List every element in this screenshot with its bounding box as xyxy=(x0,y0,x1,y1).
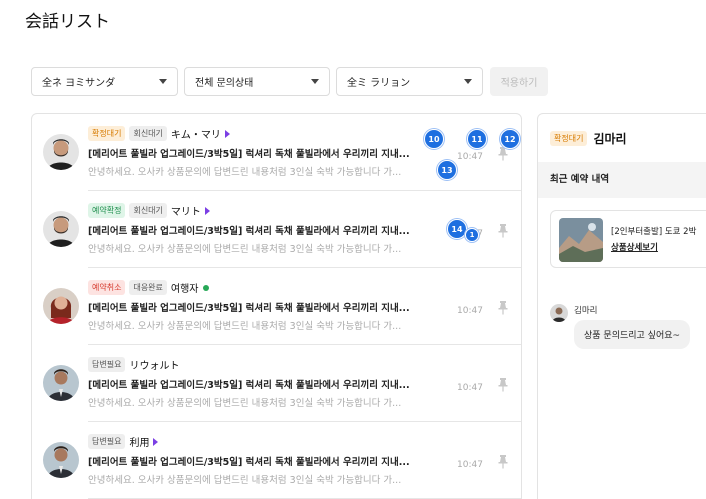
timestamp: 10:47 xyxy=(457,306,483,316)
status-filter-select[interactable]: 전체 문의상태 xyxy=(184,67,330,96)
annotation-marker: 14 xyxy=(447,219,467,239)
pin-icon[interactable] xyxy=(498,377,508,392)
chevron-down-icon xyxy=(311,79,319,84)
status-badge: 대응완료 xyxy=(129,280,167,295)
conversation-meta: 답변필요 利用 xyxy=(88,434,159,449)
pin-icon[interactable] xyxy=(498,223,508,238)
conversation-subject: [메리어트 풀빌라 업그레이드/3박5일] 럭셔리 독채 풀빌라에서 우리끼리 … xyxy=(88,303,410,314)
page-title: 会話リスト xyxy=(25,12,110,32)
status-indicator-icon xyxy=(224,129,230,138)
conversation-subject: [메리어트 풀빌라 업그레이드/3박5일] 럭셔리 독채 풀빌라에서 우리끼리 … xyxy=(88,226,410,237)
conversation-row[interactable]: 예약취소 대응완료 여행자 [메리어트 풀빌라 업그레이드/3박5일] 럭셔리 독채 … xyxy=(32,268,521,345)
conversation-meta: 답변필요 リウォルト xyxy=(88,357,179,372)
product-detail-link[interactable]: 상품상세보기 xyxy=(611,241,658,253)
status-badge: 답변필요 xyxy=(88,357,126,372)
timestamp: 10:47 xyxy=(457,460,483,470)
conversation-subject: [메리어트 풀빌라 업그레이드/3박5일] 럭셔리 독채 풀빌라에서 우리끼리 … xyxy=(88,149,410,160)
status-indicator-icon xyxy=(153,437,159,446)
detail-customer-name: 김마리 xyxy=(593,132,627,146)
booking-thumbnail xyxy=(559,218,603,262)
chat-message-bubble: 상품 문의드리고 싶어요~ xyxy=(574,320,691,349)
conversation-detail-panel: 확정대기 김마리 최근 예약 내역 [2인부터출발] 도쿄 2박 상품상세보기 … xyxy=(537,113,706,499)
conversation-row[interactable]: 답변필요 リウォルト [메리어트 풀빌라 업그레이드/3박5일] 럭셔리 독채 풀빌… xyxy=(32,345,521,422)
message-preview: 안녕하세요. 오사카 상품문의에 답변드린 내용처럼 3인실 숙박 가능합니다 … xyxy=(88,321,402,332)
conversation-meta: 확정대기 회신대기 キム・マリ xyxy=(88,126,230,141)
message-preview: 안녕하세요. 오사카 상품문의에 답변드린 내용처럼 3인실 숙박 가능합니다 … xyxy=(88,398,402,409)
annotation-marker: 13 xyxy=(437,160,457,180)
conversation-subject: [메리어트 풀빌라 업그레이드/3박5일] 럭셔리 독채 풀빌라에서 우리끼리 … xyxy=(88,457,410,468)
customer-name: 利用 xyxy=(129,438,150,449)
conversation-row[interactable]: 답변필요 利用 [메리어트 풀빌라 업그레이드/3박5일] 럭셔리 독채 풀빌라에서… xyxy=(32,422,521,499)
annotation-marker: 11 xyxy=(467,129,487,149)
recent-booking-section-title: 최근 예약 내역 xyxy=(538,162,706,198)
annotation-marker: 12 xyxy=(500,129,520,149)
avatar xyxy=(43,442,79,478)
customer-name: リウォルト xyxy=(129,361,180,372)
annotation-marker: 10 xyxy=(424,129,444,149)
status-badge: 예약취소 xyxy=(88,280,126,295)
avatar xyxy=(43,134,79,170)
apply-button[interactable]: 적용하기 xyxy=(490,67,548,96)
conversation-meta: 예약취소 대응완료 여행자 xyxy=(88,280,209,295)
customer-name: マリト xyxy=(170,207,201,218)
conversation-meta: 예약확정 회신대기 マリト xyxy=(88,203,210,218)
status-filter-value: 전체 문의상태 xyxy=(195,78,254,89)
conversation-subject: [메리어트 풀빌라 업그레이드/3박5일] 럭셔리 독채 풀빌라에서 우리끼리 … xyxy=(88,380,410,391)
avatar xyxy=(43,288,79,324)
pin-icon[interactable] xyxy=(498,454,508,469)
booking-card[interactable]: [2인부터출발] 도쿄 2박 상품상세보기 xyxy=(550,210,706,268)
timestamp: 10:47 xyxy=(457,383,483,393)
status-indicator-icon xyxy=(204,206,210,215)
message-preview: 안녕하세요. 오사카 상품문의에 답변드린 내용처럼 3인실 숙박 가능합니다 … xyxy=(88,244,402,255)
status-badge: 확정대기 xyxy=(88,126,126,141)
message-preview: 안녕하세요. 오사카 상품문의에 답변드린 내용처럼 3인실 숙박 가능합니다 … xyxy=(88,475,402,486)
customer-name: 여행자 xyxy=(170,284,199,295)
status-badge: 회신대기 xyxy=(129,203,167,218)
message-preview: 안녕하세요. 오사카 상품문의에 답변드린 내용처럼 3인실 숙박 가능합니다 … xyxy=(88,167,402,178)
timestamp: 10:47 xyxy=(457,152,483,162)
chevron-down-icon xyxy=(464,79,472,84)
detail-header: 확정대기 김마리 xyxy=(550,130,627,147)
chevron-down-icon xyxy=(159,79,167,84)
customer-name: キム・マリ xyxy=(170,130,221,141)
status-badge: 답변필요 xyxy=(88,434,126,449)
annotation-marker: 1 xyxy=(465,228,479,242)
status-badge: 회신대기 xyxy=(129,126,167,141)
status-indicator-icon xyxy=(202,284,209,291)
detail-status-badge: 확정대기 xyxy=(550,131,588,146)
status-badge: 예약확정 xyxy=(88,203,126,218)
avatar xyxy=(43,211,79,247)
region-filter-value: 全ミ ラリョン xyxy=(347,78,411,89)
avatar xyxy=(43,365,79,401)
pin-icon[interactable] xyxy=(498,300,508,315)
region-filter-select[interactable]: 全ミ ラリョン xyxy=(336,67,483,96)
agent-filter-select[interactable]: 全ネ ヨミサンダ xyxy=(31,67,178,96)
avatar xyxy=(550,304,568,322)
agent-filter-value: 全ネ ヨミサンダ xyxy=(42,78,116,89)
booking-title: [2인부터출발] 도쿄 2박 xyxy=(611,227,697,237)
chat-sender-name: 김마리 xyxy=(574,306,598,316)
